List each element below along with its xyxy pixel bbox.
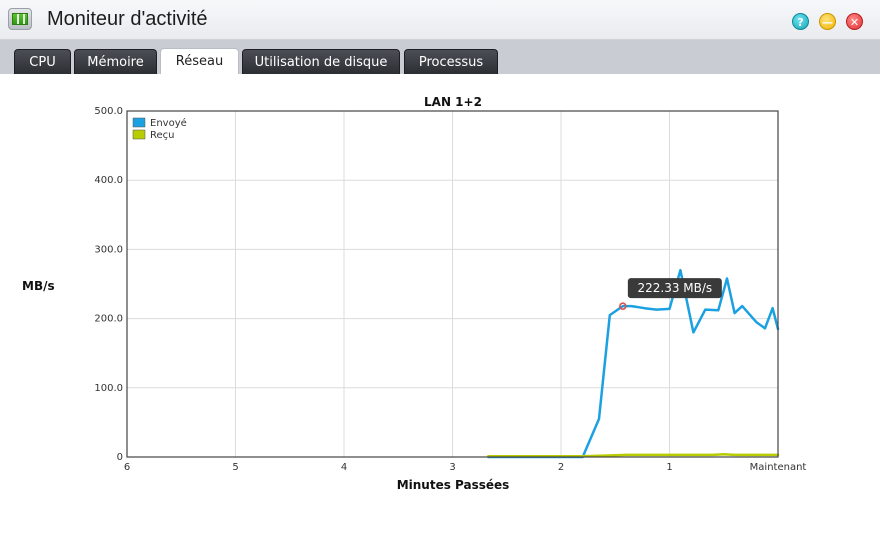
network-chart-panel: LAN 1+2 MB/s Minutes Passées 0 100.0 200.0… [0,74,880,558]
close-icon: ✕ [849,16,860,29]
tab-bar: CPU Mémoire Réseau Utilisation de disque… [0,40,880,74]
y-tick-label: 0 [117,452,123,463]
activity-monitor-icon [8,8,32,30]
y-tick-label: 100.0 [94,383,123,394]
legend-label-envoye: Envoyé [150,117,187,129]
tab-memoire[interactable]: Mémoire [74,49,157,74]
tab-processus[interactable]: Processus [404,49,498,74]
x-tick-label: Maintenant [750,462,807,473]
y-axis-ticks: 0 100.0 200.0 300.0 400.0 500.0 [94,106,123,463]
tab-cpu[interactable]: CPU [14,49,71,74]
legend-swatch-recu [132,129,146,140]
legend-swatch-envoye [132,117,146,128]
tooltip-value: 222.33 MB/s [638,281,713,295]
close-button[interactable]: ✕ [846,13,863,30]
y-tick-label: 300.0 [94,244,123,255]
x-axis-ticks: 6 5 4 3 2 1 Maintenant [124,462,807,473]
x-axis-label: Minutes Passées [397,478,510,492]
x-tick-label: 1 [666,462,672,473]
network-chart: LAN 1+2 MB/s Minutes Passées 0 100.0 200.0… [22,95,807,492]
y-axis-label: MB/s [22,279,55,293]
legend-label-recu: Reçu [150,130,175,141]
x-tick-label: 6 [124,462,130,473]
y-tick-label: 400.0 [94,175,123,186]
minimize-icon: — [822,16,833,29]
series-line-recu [487,452,780,458]
y-tick-label: 500.0 [94,106,123,117]
x-tick-label: 3 [449,462,455,473]
minimize-button[interactable]: — [819,13,836,30]
tab-utilisation-disque[interactable]: Utilisation de disque [242,49,400,74]
x-tick-label: 2 [558,462,564,473]
window-title: Moniteur d'activité [47,8,208,30]
chart-legend: Envoyé Reçu [132,117,187,141]
x-tick-label: 5 [232,462,238,473]
series-line-envoye [487,268,780,459]
title-bar: Moniteur d'activité ? — ✕ [0,0,880,40]
tab-reseau[interactable]: Réseau [160,48,239,74]
x-tick-label: 4 [341,462,347,473]
help-button[interactable]: ? [792,13,809,30]
help-icon: ? [797,16,804,29]
chart-title: LAN 1+2 [424,95,482,109]
chart-series [487,268,780,459]
y-tick-label: 200.0 [94,314,123,325]
